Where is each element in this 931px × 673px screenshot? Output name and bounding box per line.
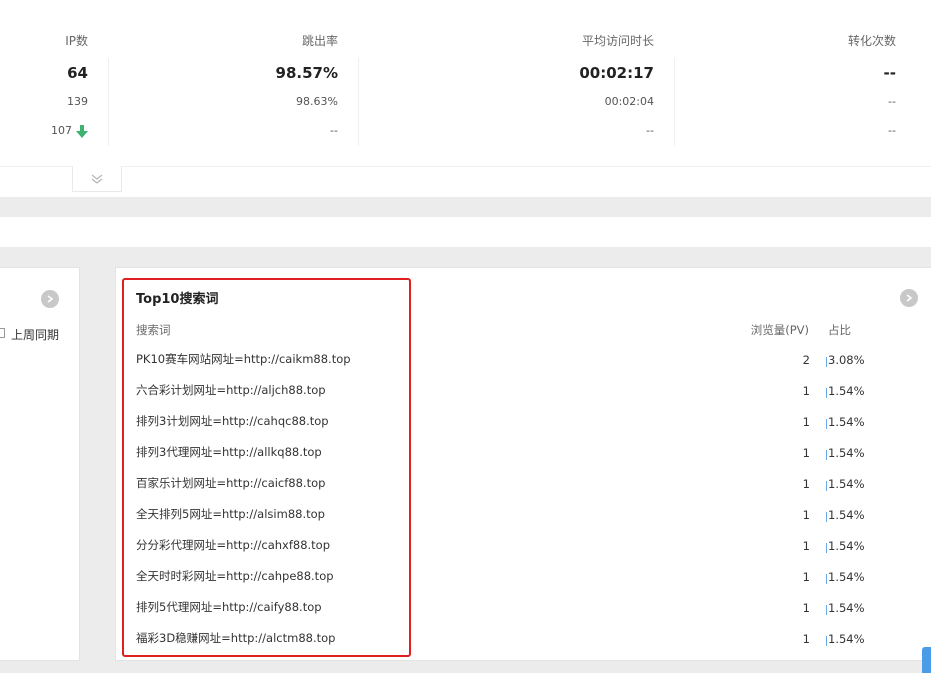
percent-bar bbox=[826, 481, 827, 491]
pv-value: 2 bbox=[802, 353, 810, 367]
divider bbox=[0, 166, 931, 167]
percent-bar bbox=[826, 605, 827, 615]
percent-value: 1.54% bbox=[828, 632, 865, 646]
stat-previous: -- bbox=[888, 95, 896, 108]
percent-value: 1.54% bbox=[828, 477, 865, 491]
percent-value: 1.54% bbox=[828, 508, 865, 522]
search-term-link[interactable]: 排列3代理网址=http://allkq88.top bbox=[136, 444, 322, 460]
percent-bar bbox=[826, 512, 827, 522]
panel-title: Top10搜索词 bbox=[136, 292, 219, 307]
search-term-link[interactable]: 全天时时彩网址=http://cahpe88.top bbox=[136, 568, 334, 584]
percent-bar bbox=[826, 574, 827, 584]
top-search-terms-panel: Top10搜索词 搜索词 浏览量(PV) 占比 PK10赛车网站网址=http:… bbox=[115, 267, 931, 661]
column-header-pv[interactable]: 浏览量(PV) bbox=[751, 322, 809, 338]
search-term-link[interactable]: 全天排列5网址=http://alsim88.top bbox=[136, 506, 325, 522]
table-row: 六合彩计划网址=http://aljch88.top 1 1.54% bbox=[116, 382, 931, 413]
pv-value: 1 bbox=[802, 632, 810, 646]
pv-value: 1 bbox=[802, 539, 810, 553]
left-report-panel: 上周同期 bbox=[0, 267, 80, 661]
table-row: 排列3计划网址=http://cahqc88.top 1 1.54% bbox=[116, 413, 931, 444]
legend-label: 上周同期 bbox=[11, 328, 60, 342]
percent-value: 1.54% bbox=[828, 570, 865, 584]
stat-header: 转化次数 bbox=[847, 34, 896, 48]
search-term-link[interactable]: 排列5代理网址=http://caify88.top bbox=[136, 599, 322, 615]
percent-value: 1.54% bbox=[828, 601, 865, 615]
pv-value: 1 bbox=[802, 384, 810, 398]
pv-value: 1 bbox=[802, 508, 810, 522]
table-row: 排列5代理网址=http://caify88.top 1 1.54% bbox=[116, 599, 931, 630]
table-row: 排列3代理网址=http://allkq88.top 1 1.54% bbox=[116, 444, 931, 475]
pv-value: 1 bbox=[802, 601, 810, 615]
table-row: 全天时时彩网址=http://cahpe88.top 1 1.54% bbox=[116, 568, 931, 599]
stats-summary: IP数 64 139 107 跳出率 98.57% 98.63% -- 平均访问… bbox=[0, 0, 931, 166]
percent-value: 3.08% bbox=[828, 353, 865, 367]
table-row: 全天排列5网址=http://alsim88.top 1 1.54% bbox=[116, 506, 931, 537]
pv-value: 1 bbox=[802, 477, 810, 491]
search-term-link[interactable]: 百家乐计划网址=http://caicf88.top bbox=[136, 475, 325, 491]
table-row: 百家乐计划网址=http://caicf88.top 1 1.54% bbox=[116, 475, 931, 506]
section-spacer bbox=[0, 197, 931, 217]
stat-conversions: 转化次数 -- -- -- bbox=[0, 0, 896, 146]
stat-value: -- bbox=[883, 64, 896, 82]
percent-bar bbox=[826, 357, 827, 367]
percent-bar bbox=[826, 450, 827, 460]
table-row: 福彩3D稳赚网址=http://alctm88.top 1 1.54% bbox=[116, 630, 931, 661]
double-chevron-down-icon bbox=[91, 174, 103, 184]
percent-value: 1.54% bbox=[828, 446, 865, 460]
feedback-tab[interactable] bbox=[922, 647, 931, 673]
column-header-percent: 占比 bbox=[828, 323, 851, 337]
percent-value: 1.54% bbox=[828, 384, 865, 398]
stat-compare: -- bbox=[888, 124, 896, 137]
percent-bar bbox=[826, 636, 827, 646]
percent-value: 1.54% bbox=[828, 539, 865, 553]
chevron-right-icon bbox=[47, 295, 54, 303]
pv-value: 1 bbox=[802, 570, 810, 584]
pv-value: 1 bbox=[802, 446, 810, 460]
next-button[interactable] bbox=[900, 289, 918, 307]
table-row: 分分彩代理网址=http://cahxf88.top 1 1.54% bbox=[116, 537, 931, 568]
pv-value: 1 bbox=[802, 415, 810, 429]
chevron-right-icon bbox=[906, 294, 913, 302]
legend-checkbox[interactable] bbox=[0, 328, 5, 338]
search-term-link[interactable]: 六合彩计划网址=http://aljch88.top bbox=[136, 382, 326, 398]
search-term-link[interactable]: 福彩3D稳赚网址=http://alctm88.top bbox=[136, 630, 335, 646]
section-header-bar bbox=[0, 217, 931, 247]
search-term-link[interactable]: 排列3计划网址=http://cahqc88.top bbox=[136, 413, 329, 429]
percent-bar bbox=[826, 543, 827, 553]
next-button[interactable] bbox=[41, 290, 59, 308]
percent-bar bbox=[826, 419, 827, 429]
table-row: PK10赛车网站网址=http://caikm88.top 2 3.08% bbox=[116, 351, 931, 382]
expand-button[interactable] bbox=[72, 166, 122, 192]
percent-bar bbox=[826, 388, 827, 398]
column-header-term: 搜索词 bbox=[136, 323, 171, 337]
percent-value: 1.54% bbox=[828, 415, 865, 429]
search-term-link[interactable]: 分分彩代理网址=http://cahxf88.top bbox=[136, 537, 330, 553]
search-term-link[interactable]: PK10赛车网站网址=http://caikm88.top bbox=[136, 351, 351, 367]
